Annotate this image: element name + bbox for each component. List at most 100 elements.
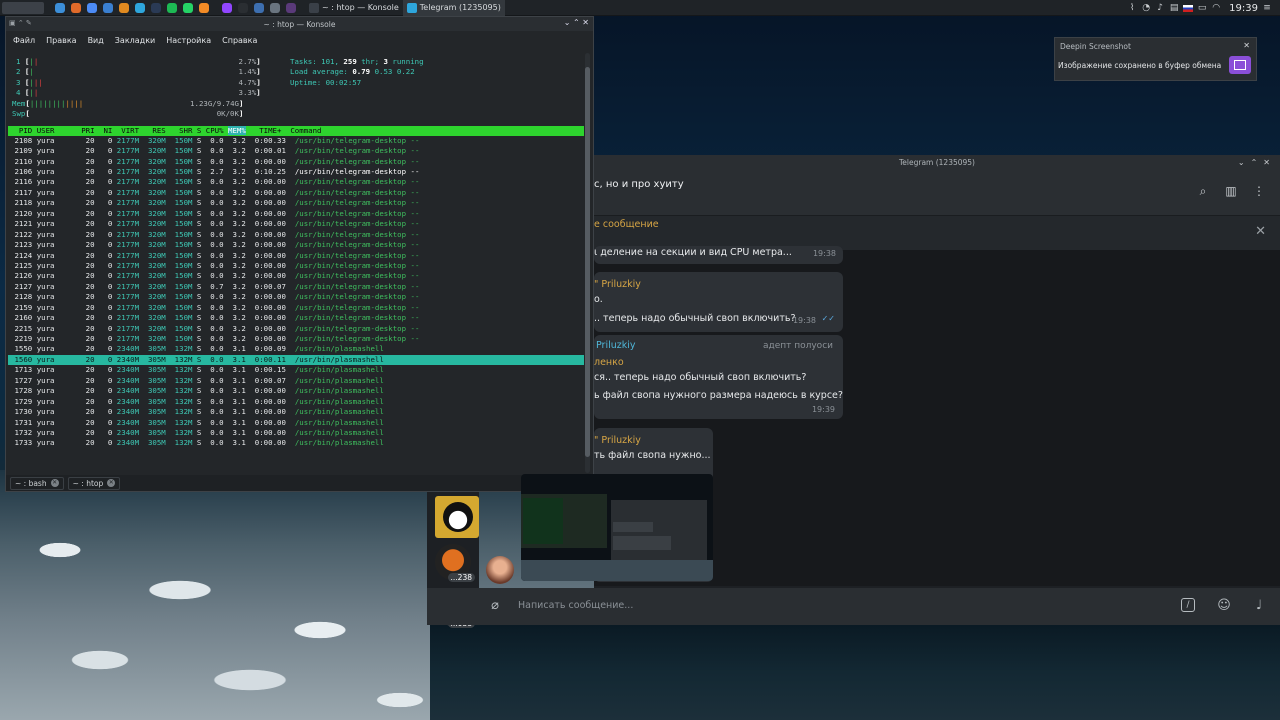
process-row[interactable]: 1550 yura 20 0 2340M 305M 132M S 0.0 3.1… [8,344,584,354]
settings-icon[interactable] [270,2,280,13]
process-row[interactable]: 2122 yura 20 0 2177M 320M 150M S 0.0 3.2… [8,230,584,240]
process-row[interactable]: 2160 yura 20 0 2177M 320M 150M S 0.0 3.2… [8,313,584,323]
sender-avatar[interactable] [486,556,514,584]
konsole-icon[interactable] [55,2,65,13]
steam-icon[interactable] [151,2,161,13]
close-icon[interactable]: ✕ [50,479,59,487]
process-row[interactable]: 2121 yura 20 0 2177M 320M 150M S 0.0 3.2… [8,219,584,229]
panel-menu-icon[interactable]: ≡ [1262,3,1272,13]
process-row[interactable]: 1733 yura 20 0 2340M 305M 132M S 0.0 3.1… [8,438,584,448]
close-icon[interactable]: ✕ [1243,41,1250,50]
wifi-icon[interactable]: ◠ [1211,3,1221,13]
message-bubble[interactable]: ι деление на секции и вид CPU метра... 1… [594,246,843,264]
terminal-icon[interactable] [238,2,248,13]
process-row[interactable]: 1727 yura 20 0 2340M 305M 132M S 0.0 3.1… [8,376,584,386]
htop-column-header[interactable]: PID USER PRI NI VIRT RES SHR S CPU% MEM%… [8,125,584,136]
kate-icon[interactable] [254,2,264,13]
process-row[interactable]: 2116 yura 20 0 2177M 320M 150M S 0.0 3.2… [8,177,584,187]
menu-item[interactable]: Правка [46,36,76,45]
menu-item[interactable]: Закладки [115,36,155,45]
firefox-icon[interactable] [71,2,81,13]
scrollbar-thumb[interactable] [585,67,590,457]
attach-icon[interactable]: ⌀ [487,598,503,614]
close-icon[interactable]: ✕ [107,479,116,487]
twitch-icon[interactable] [222,2,232,13]
pager-widget[interactable] [2,1,44,14]
cpu-percent: 3.3% [234,88,257,98]
process-row[interactable]: 2219 yura 20 0 2177M 320M 150M S 0.0 3.2… [8,334,584,344]
process-row[interactable]: 2215 yura 20 0 2177M 320M 150M S 0.0 3.2… [8,324,584,334]
search-icon[interactable]: ⌕ [1196,184,1210,198]
dolphin-icon[interactable] [103,2,113,13]
process-row[interactable]: 2110 yura 20 0 2177M 320M 150M S 0.0 3.2… [8,157,584,167]
chat-title[interactable]: с, но и про хуиту [594,179,684,190]
process-row[interactable]: 2117 yura 20 0 2177M 320M 150M S 0.0 3.2… [8,188,584,198]
sort-column[interactable]: MEM% [228,125,246,135]
sidebar-toggle-icon[interactable]: ▥ [1224,184,1238,198]
process-row[interactable]: 2108 yura 20 0 2177M 320M 150M S 0.0 3.2… [8,136,584,146]
chrome-icon[interactable] [87,2,97,13]
process-row[interactable]: 2125 yura 20 0 2177M 320M 150M S 0.0 3.2… [8,261,584,271]
telegram-titlebar[interactable]: Telegram (1235095) ⌄⌃✕ [594,155,1280,170]
telegram-icon[interactable] [135,2,145,13]
taskbar-item[interactable]: Telegram (1235095) [402,0,505,16]
konsole-titlebar[interactable]: ▣ ⌃ ✎ ~ : htop — Konsole ⌄ ⌃ ✕ [6,17,593,31]
spotify-icon[interactable] [167,2,177,13]
sublime-icon[interactable] [199,2,209,13]
window-controls[interactable]: ⌄ ⌃ ✕ [564,18,589,27]
chat-avatar[interactable]: ...238 [435,544,475,582]
clipboard-icon[interactable]: ▤ [1169,3,1179,13]
obs-icon[interactable] [286,2,296,13]
process-row[interactable]: 2124 yura 20 0 2177M 320M 150M S 0.0 3.2… [8,251,584,261]
process-row[interactable]: 2106 yura 20 0 2177M 320M 150M S 2.7 3.2… [8,167,584,177]
vlc-icon[interactable] [119,2,129,13]
process-row[interactable]: 2118 yura 20 0 2177M 320M 150M S 0.0 3.2… [8,198,584,208]
menu-item[interactable]: Настройка [166,36,211,45]
microphone-icon[interactable]: ♩ [1251,598,1267,614]
more-icon[interactable]: ⋮ [1252,184,1266,198]
bot-command-icon[interactable]: / [1181,598,1195,612]
chat-avatar-linux[interactable] [435,496,479,538]
terminal-tab[interactable]: ~ : htop ✕ [67,476,121,490]
message-input[interactable]: Написать сообщение... [518,600,633,611]
process-row[interactable]: 2109 yura 20 0 2177M 320M 150M S 0.0 3.2… [8,146,584,156]
message-bubble[interactable]: Priluzkiy адепт полуоси ленко ся.. тепер… [594,335,843,419]
clock[interactable]: 19:39 [1229,3,1258,14]
close-icon[interactable]: ✕ [1255,224,1266,239]
whatsapp-icon[interactable] [183,2,193,13]
terminal-scrollbar[interactable] [585,53,590,473]
process-row[interactable]: 2120 yura 20 0 2177M 320M 150M S 0.0 3.2… [8,209,584,219]
process-row[interactable]: 1730 yura 20 0 2340M 305M 132M S 0.0 3.1… [8,407,584,417]
swap-label: Swp [12,109,26,119]
window-menu-icon[interactable]: ▣ ⌃ ✎ [9,19,32,27]
process-row[interactable]: 1732 yura 20 0 2340M 305M 132M S 0.0 3.1… [8,428,584,438]
menu-item[interactable]: Файл [13,36,35,45]
terminal-tab[interactable]: ~ : bash ✕ [10,476,64,490]
menu-item[interactable]: Справка [222,36,257,45]
keyboard-layout-icon[interactable] [1183,4,1194,12]
process-row[interactable]: 1728 yura 20 0 2340M 305M 132M S 0.0 3.1… [8,386,584,396]
paperclip-icon[interactable]: ⌇ [1127,3,1137,13]
message-bubble[interactable]: " Priluzkiy о. .. теперь надо обычный св… [594,272,843,332]
process-row[interactable]: 2123 yura 20 0 2177M 320M 150M S 0.0 3.2… [8,240,584,250]
htop-terminal[interactable]: 1 [|| 2.7%] 2 [| 1.4%] 3 [||| 4.7%] 4 [|| [8,53,584,471]
process-row[interactable]: 2127 yura 20 0 2177M 320M 150M S 0.7 3.2… [8,282,584,292]
menu-item[interactable]: Вид [88,36,104,45]
battery-icon[interactable]: ▭ [1197,3,1207,13]
process-row[interactable]: 2126 yura 20 0 2177M 320M 150M S 0.0 3.2… [8,271,584,281]
network-icon[interactable]: ◔ [1141,3,1151,13]
process-row[interactable]: 2159 yura 20 0 2177M 320M 150M S 0.0 3.2… [8,303,584,313]
process-row[interactable]: 2128 yura 20 0 2177M 320M 150M S 0.0 3.2… [8,292,584,302]
emoji-icon[interactable]: ☺ [1216,598,1232,614]
header-text: TIME+ Command [245,125,322,135]
process-row[interactable]: 1713 yura 20 0 2340M 305M 132M S 0.0 3.1… [8,365,584,375]
volume-icon[interactable]: ♪ [1155,3,1165,13]
taskbar-item[interactable]: ~ : htop — Konsole [305,0,403,16]
screenshot-notification[interactable]: Deepin Screenshot ✕ Изображение сохранен… [1054,37,1257,81]
process-row[interactable]: 1729 yura 20 0 2340M 305M 132M S 0.0 3.1… [8,397,584,407]
message-image-thumbnail[interactable] [521,474,713,581]
process-row[interactable]: 1731 yura 20 0 2340M 305M 132M S 0.0 3.1… [8,418,584,428]
pinned-message-bar[interactable]: е сообщение ✕ [594,215,1280,250]
process-row[interactable]: 1560 yura 20 0 2340M 305M 132M S 0.0 3.1… [8,354,584,366]
window-controls[interactable]: ⌄⌃✕ [1238,155,1276,170]
